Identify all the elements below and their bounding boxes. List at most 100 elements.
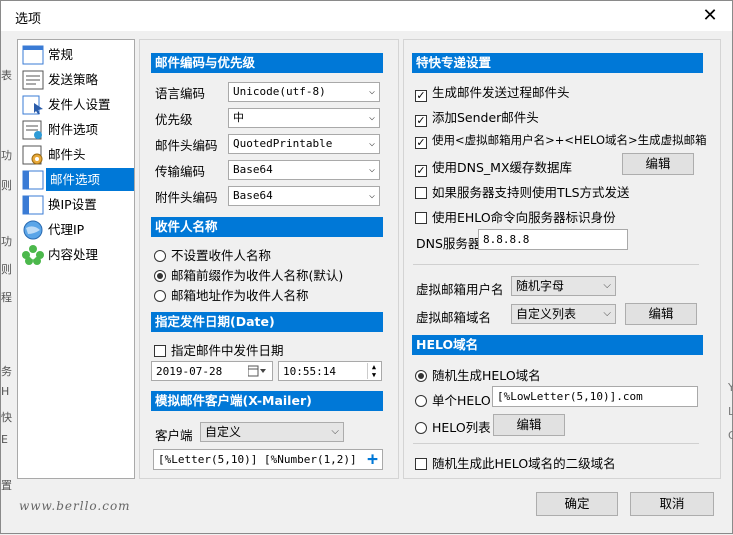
- close-button[interactable]: ✕: [688, 1, 732, 31]
- attachment-header-encoding-select[interactable]: Base64 ⌵: [228, 186, 380, 206]
- encoding-heading: 邮件编码与优先级: [151, 53, 383, 73]
- radio-label: HELO列表: [432, 420, 491, 435]
- right-panel: [403, 39, 721, 479]
- helo-single-input[interactable]: [%LowLetter(5,10)].com: [492, 386, 698, 407]
- nav-item-ip[interactable]: 换IP设置: [22, 193, 134, 216]
- virtual-mailbox-checkbox[interactable]: ✓ 使用<虚拟邮箱用户名>+<HELO域名>生成虚拟邮箱: [415, 132, 707, 149]
- nav-item-attachment[interactable]: 附件选项: [22, 118, 134, 141]
- checkbox-box: [415, 458, 427, 470]
- helo-subdomain-checkbox[interactable]: 随机生成此HELO域名的二级域名: [415, 453, 616, 472]
- checkbox-box: [154, 345, 166, 357]
- select-value: 中: [233, 111, 244, 124]
- recipient-heading: 收件人名称: [151, 217, 383, 237]
- virtual-domain-edit-button[interactable]: 编辑: [625, 303, 697, 325]
- options-dialog: 选项 ✕ 表 功 则 功 则 程 务 H 快 E 置 Y L G 常规 发送策略…: [0, 0, 733, 534]
- virtual-user-select[interactable]: 随机字母 ⌵: [511, 276, 616, 296]
- nav-item-label: 常规: [48, 47, 74, 62]
- input-value: 8.8.8.8: [483, 233, 530, 246]
- add-sender-header-checkbox[interactable]: ✓ 添加Sender邮件头: [415, 107, 539, 127]
- select-value: 自定义列表: [516, 307, 577, 321]
- time-picker[interactable]: 10:55:14 ▲ ▼: [278, 361, 382, 381]
- ok-button[interactable]: 确定: [536, 492, 618, 516]
- bg-char: L: [728, 405, 733, 418]
- recipient-address-radio[interactable]: 邮箱地址作为收件人名称: [154, 285, 309, 304]
- ip-icon: [22, 195, 44, 215]
- dns-mx-cache-checkbox[interactable]: ✓ 使用DNS_MX缓存数据库: [415, 157, 572, 177]
- nav-item-content[interactable]: 内容处理: [22, 243, 134, 266]
- language-encoding-select[interactable]: Unicode(utf-8) ⌵: [228, 82, 380, 102]
- dns-server-input[interactable]: 8.8.8.8: [478, 229, 628, 250]
- background-window-strip: 表 功 则 功 则 程 务 H 快 E 置: [1, 31, 12, 535]
- select-value: 自定义: [205, 425, 242, 439]
- radio-label: 随机生成HELO域名: [432, 368, 541, 383]
- select-value: Base64: [233, 163, 273, 176]
- bg-char: G: [728, 429, 733, 442]
- checkbox-label: 使用<虚拟邮箱用户名>+<HELO域名>生成虚拟邮箱: [432, 133, 707, 147]
- add-icon[interactable]: +: [367, 450, 378, 470]
- nav-item-general[interactable]: 常规: [22, 43, 134, 66]
- general-icon: [22, 45, 44, 65]
- date-picker[interactable]: 2019-07-28: [151, 361, 273, 381]
- recipient-prefix-radio[interactable]: 邮箱前缀作为收件人名称(默认): [154, 265, 343, 284]
- nav-item-policy[interactable]: 发送策略: [22, 68, 134, 91]
- nav-item-label: 代理IP: [48, 222, 85, 237]
- tls-checkbox[interactable]: 如果服务器支持则使用TLS方式发送: [415, 182, 630, 201]
- proxy-icon: [23, 220, 43, 240]
- check-icon: ✓: [415, 89, 427, 102]
- gen-process-header-checkbox[interactable]: ✓ 生成邮件发送过程邮件头: [415, 82, 570, 102]
- xmailer-heading: 模拟邮件客户端(X-Mailer): [151, 391, 383, 411]
- nav-item-label: 邮件头: [48, 147, 86, 162]
- virtual-domain-select[interactable]: 自定义列表 ⌵: [511, 304, 616, 324]
- checkbox-label: 添加Sender邮件头: [432, 110, 539, 125]
- priority-select[interactable]: 中 ⌵: [228, 108, 380, 128]
- client-select[interactable]: 自定义 ⌵: [200, 422, 344, 442]
- title-bar: 选项 ✕: [1, 1, 732, 31]
- nav-item-header[interactable]: 邮件头: [22, 143, 134, 166]
- attachment-header-encoding-label: 附件头编码: [155, 190, 218, 205]
- helo-list-edit-button[interactable]: 编辑: [493, 414, 565, 436]
- xmailer-custom-input[interactable]: [%Letter(5,10)] [%Number(1,2)] +: [153, 449, 383, 470]
- helo-list-radio[interactable]: HELO列表: [415, 417, 491, 436]
- input-value: [%LowLetter(5,10)].com: [497, 390, 643, 403]
- bg-char: 置: [1, 479, 12, 492]
- checkbox-label: 生成邮件发送过程邮件头: [432, 85, 570, 100]
- checkbox-label: 使用EHLO命令向服务器标识身份: [432, 210, 616, 225]
- bg-char: H: [1, 385, 10, 398]
- nav-item-label: 内容处理: [48, 247, 99, 262]
- client-label: 客户端: [155, 428, 193, 443]
- chevron-down-icon: ⌵: [368, 190, 375, 201]
- nav-item-sender[interactable]: 发件人设置: [22, 93, 134, 116]
- helo-single-radio[interactable]: 单个HELO: [415, 390, 491, 409]
- bg-char: 务: [1, 365, 12, 378]
- chevron-down-icon: ⌵: [331, 426, 339, 437]
- chevron-down-icon: ⌵: [368, 86, 375, 97]
- bg-char: 快: [1, 411, 12, 424]
- bg-char: 则: [1, 263, 12, 276]
- nav-item-label: 换IP设置: [48, 197, 97, 212]
- radio-label: 不设置收件人名称: [171, 248, 272, 263]
- time-value: 10:55:14: [283, 365, 336, 378]
- bg-char: 则: [1, 179, 12, 192]
- nav-item-label: 发件人设置: [48, 97, 111, 112]
- transfer-encoding-select[interactable]: Base64 ⌵: [228, 160, 380, 180]
- chevron-down-icon: ⌵: [368, 112, 375, 123]
- ehlo-checkbox[interactable]: 使用EHLO命令向服务器标识身份: [415, 207, 616, 226]
- nav-item-proxy[interactable]: 代理IP: [22, 218, 134, 241]
- radio-label: 邮箱地址作为收件人名称: [171, 288, 309, 303]
- recipient-none-radio[interactable]: 不设置收件人名称: [154, 245, 271, 264]
- input-value: [%Letter(5,10)] [%Number(1,2)]: [158, 453, 357, 466]
- radio-circle: [415, 370, 427, 382]
- header-encoding-select[interactable]: QuotedPrintable ⌵: [228, 134, 380, 154]
- background-window-strip-right: Y L G: [727, 31, 733, 535]
- cancel-button[interactable]: 取消: [630, 492, 714, 516]
- specify-date-checkbox[interactable]: 指定邮件中发件日期: [154, 340, 284, 359]
- dns-server-label: DNS服务器: [416, 236, 481, 251]
- nav-item-mail-options[interactable]: 邮件选项: [22, 168, 134, 191]
- dns-mx-edit-button[interactable]: 编辑: [622, 153, 694, 175]
- helo-random-radio[interactable]: 随机生成HELO域名: [415, 365, 541, 384]
- transfer-encoding-label: 传输编码: [155, 164, 206, 179]
- radio-circle: [415, 395, 427, 407]
- date-heading: 指定发件日期(Date): [151, 312, 383, 332]
- calendar-dropdown-icon: [248, 365, 266, 377]
- time-spinner[interactable]: ▲ ▼: [367, 363, 380, 379]
